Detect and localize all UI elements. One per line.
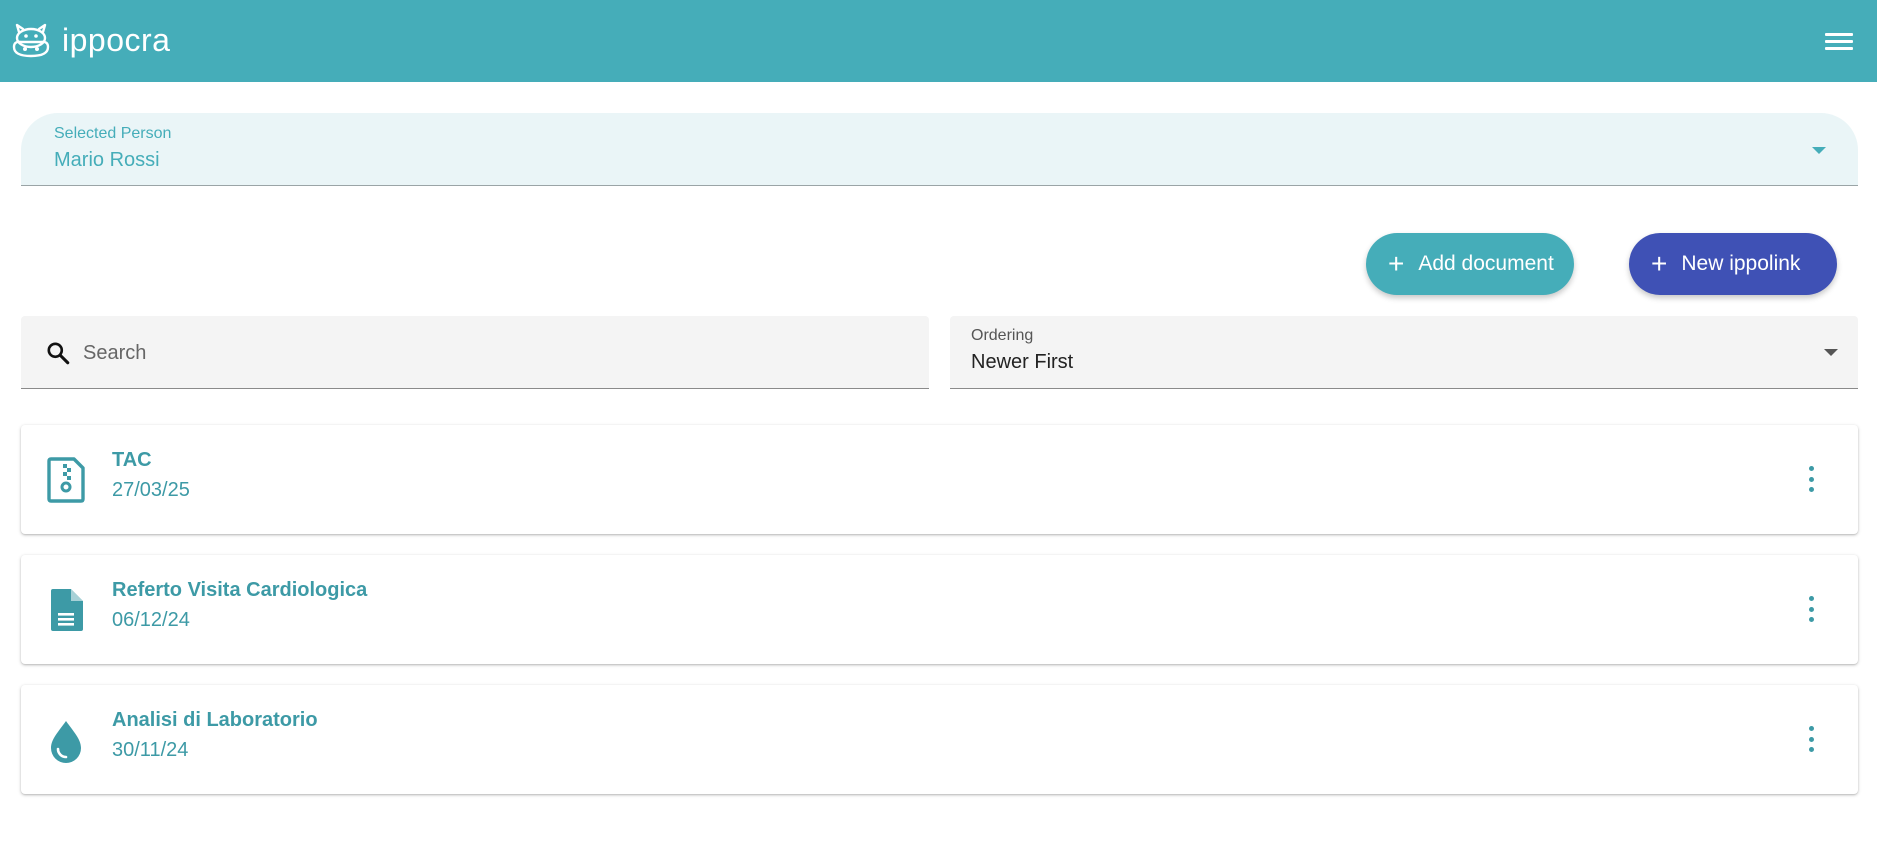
more-options-icon[interactable] (1806, 466, 1816, 492)
zip-file-icon (47, 457, 85, 503)
search-icon (47, 342, 70, 365)
document-icon (51, 589, 83, 631)
document-title: TAC (112, 449, 152, 471)
new-ippolink-button[interactable]: + New ippolink (1629, 233, 1837, 295)
hamburger-menu-icon[interactable] (1825, 27, 1853, 55)
document-title: Referto Visita Cardiologica (112, 579, 368, 601)
search-field[interactable] (21, 316, 929, 389)
ordering-label: Ordering (971, 327, 1034, 344)
document-date: 06/12/24 (112, 609, 190, 631)
new-ippolink-label: New ippolink (1681, 252, 1801, 275)
ordering-dropdown[interactable]: Ordering Newer First (950, 316, 1858, 389)
plus-icon: + (1651, 248, 1668, 279)
document-card[interactable]: Referto Visita Cardiologica 06/12/24 (21, 555, 1858, 664)
document-title: Analisi di Laboratorio (112, 709, 318, 731)
document-date: 30/11/24 (112, 739, 189, 761)
document-card[interactable]: TAC 27/03/25 (21, 425, 1858, 534)
selected-person-value: Mario Rossi (54, 149, 160, 171)
search-input[interactable] (83, 336, 903, 370)
plus-icon: + (1388, 248, 1405, 279)
hippo-logo-icon[interactable] (10, 20, 52, 62)
app-brand-name: ippocra (62, 22, 171, 58)
add-document-button[interactable]: + Add document (1366, 233, 1574, 295)
blood-drop-icon (51, 721, 81, 763)
selected-person-dropdown[interactable]: Selected Person Mario Rossi (21, 113, 1858, 186)
document-date: 27/03/25 (112, 479, 190, 501)
dropdown-arrow-icon (1824, 349, 1838, 356)
add-document-label: Add document (1418, 252, 1554, 275)
dropdown-arrow-icon (1812, 147, 1826, 154)
top-app-bar: ippocra (0, 0, 1877, 82)
more-options-icon[interactable] (1806, 596, 1816, 622)
ordering-value: Newer First (971, 351, 1074, 373)
document-card[interactable]: Analisi di Laboratorio 30/11/24 (21, 685, 1858, 794)
more-options-icon[interactable] (1806, 726, 1816, 752)
selected-person-label: Selected Person (54, 125, 172, 142)
